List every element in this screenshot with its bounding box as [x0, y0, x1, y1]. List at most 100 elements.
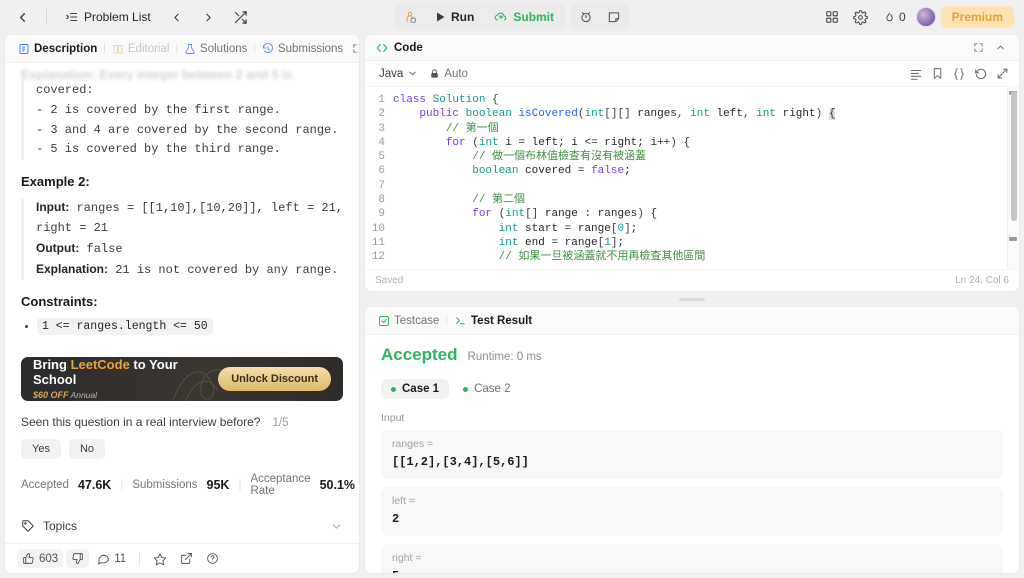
settings-button[interactable] [849, 5, 873, 29]
run-button[interactable]: Run [425, 5, 483, 29]
play-icon [437, 12, 445, 22]
input-field-right[interactable]: right = 5 [381, 544, 1003, 573]
survey-no-button[interactable]: No [68, 439, 106, 459]
example2-title: Example 2: [21, 174, 90, 190]
submit-button[interactable]: Submit [485, 5, 563, 29]
cloud-upload-icon [495, 12, 507, 21]
tab-editorial[interactable]: Editorial [107, 41, 175, 57]
code-panel-header-actions [969, 39, 1009, 57]
code-expand-button[interactable] [969, 39, 987, 57]
tab-test-result[interactable]: Test Result [449, 312, 537, 329]
timer-icon [581, 12, 591, 23]
input-key: right = [392, 552, 422, 564]
input-value: 5 [392, 569, 992, 573]
user-avatar[interactable] [915, 7, 936, 27]
description-scroll-area[interactable]: Explanation: Every integer between 2 and… [5, 63, 359, 343]
code-editor[interactable]: 1 class Solution {2 public boolean isCove… [365, 87, 1019, 269]
tab-testcase[interactable]: Testcase [373, 313, 444, 329]
bookmark-icon[interactable] [931, 67, 944, 80]
comment-count: 11 [114, 552, 127, 565]
prev-problem-button[interactable] [165, 5, 189, 29]
example2-explanation-label: Explanation: [36, 261, 109, 276]
checkbox-icon [379, 315, 389, 326]
problem-list-label: Problem List [84, 10, 151, 24]
share-button[interactable] [175, 549, 198, 568]
code-collapse-button[interactable] [991, 39, 1009, 57]
premium-button[interactable]: Premium [940, 6, 1014, 28]
auto-complete-toggle[interactable]: Auto [429, 68, 468, 80]
comment-icon [98, 554, 110, 565]
problem-list-button[interactable]: Problem List [59, 7, 157, 27]
next-problem-button[interactable] [197, 5, 221, 29]
reset-icon[interactable] [974, 67, 988, 81]
comments-button[interactable]: 11 [92, 549, 131, 568]
fullscreen-icon[interactable] [996, 67, 1009, 80]
back-button[interactable] [10, 5, 34, 29]
dislike-button[interactable] [66, 549, 90, 568]
note-icon [608, 12, 620, 23]
book-icon [113, 44, 123, 53]
case-status-dot [463, 386, 469, 392]
expand-icon [973, 43, 983, 52]
code-line: 5 // 做一個布林值檢查有沒有被涵蓋 [365, 150, 1019, 164]
topics-section-toggle[interactable]: Topics [5, 509, 359, 543]
history-icon [263, 42, 273, 53]
code-text: boolean covered = false; [472, 165, 631, 178]
example2-input-label: Input: [36, 200, 70, 215]
code-line: 3 // 第一個 [365, 122, 1019, 136]
leetcode-app: Problem List Run Submit 0 Premium Descri… [0, 0, 1024, 578]
debug-button[interactable] [397, 5, 423, 29]
code-line: 7 [365, 179, 1019, 193]
survey-counter: 1/5 [272, 417, 289, 429]
braces-icon[interactable] [952, 67, 966, 81]
line-number: 11 [371, 236, 385, 249]
line-number: 6 [378, 165, 385, 178]
tools-group [571, 3, 629, 31]
favorite-button[interactable] [148, 549, 172, 569]
case-tab-2[interactable]: Case 2 [453, 379, 520, 399]
example1-tail: covered: - 2 is covered by the first ran… [21, 81, 343, 161]
code-line: 6 boolean covered = false; [365, 164, 1019, 178]
stat-separator: | [120, 479, 124, 491]
language-selector[interactable]: Java [375, 66, 422, 82]
streak-button[interactable]: 0 [878, 7, 911, 27]
result-body: Accepted Runtime: 0 ms Case 1 Case 2 Inp… [365, 335, 1019, 573]
tab-solutions[interactable]: Solutions [179, 41, 252, 57]
shuffle-icon [235, 10, 247, 24]
code-text: int start = range[0]; [498, 222, 638, 235]
format-icon[interactable] [909, 67, 923, 81]
panel-resize-handle[interactable] [679, 297, 705, 301]
code-text: class Solution { [393, 94, 499, 106]
layout-grid-button[interactable] [820, 5, 844, 29]
example2-explanation-value: 21 is not covered by any range. [115, 262, 339, 277]
gear-icon [853, 9, 869, 25]
tab-description[interactable]: Description [13, 41, 102, 57]
survey-yes-button[interactable]: Yes [21, 439, 61, 459]
input-field-ranges[interactable]: ranges = [[1,2],[3,4],[5,6]] [381, 430, 1003, 479]
help-button[interactable] [201, 549, 224, 568]
code-vertical-scrollbar[interactable] [1011, 91, 1017, 221]
example2-block: Input: ranges = [[1,10],[10,20]], left =… [21, 198, 343, 281]
verdict-row: Accepted Runtime: 0 ms [381, 345, 1003, 365]
tab-submissions[interactable]: Submissions [257, 41, 348, 57]
line-number: 7 [378, 179, 385, 192]
input-field-left[interactable]: left = 2 [381, 487, 1003, 536]
nav-center-group: Run Submit [395, 3, 629, 31]
code-saved-status: Saved [375, 275, 404, 286]
constraints-list: 1 <= ranges.length <= 50 1 <= starti <= … [21, 318, 343, 343]
promo-banner[interactable]: Bring LeetCode to Your School $60 OFF An… [21, 357, 343, 401]
case-tab-1[interactable]: Case 1 [381, 379, 450, 399]
example2-input-row: Input: ranges = [[1,10],[10,20]], left =… [36, 198, 343, 239]
note-button[interactable] [601, 5, 627, 29]
code-text: // 如果一旦被涵蓋就不用再檢查其他區間 [498, 251, 706, 264]
description-footer: 603 11 [5, 543, 359, 573]
cursor-position: Ln 24, Col 6 [955, 275, 1009, 286]
input-section-label: Input [381, 412, 405, 424]
expand-description-button[interactable] [348, 40, 359, 58]
streak-count: 0 [898, 10, 906, 24]
shuffle-button[interactable] [229, 5, 253, 29]
run-submit-group: Run Submit [395, 3, 565, 31]
like-button[interactable]: 603 [17, 549, 64, 568]
code-text: // 做一個布林值檢查有沒有被涵蓋 [472, 151, 647, 164]
timer-button[interactable] [573, 5, 599, 29]
